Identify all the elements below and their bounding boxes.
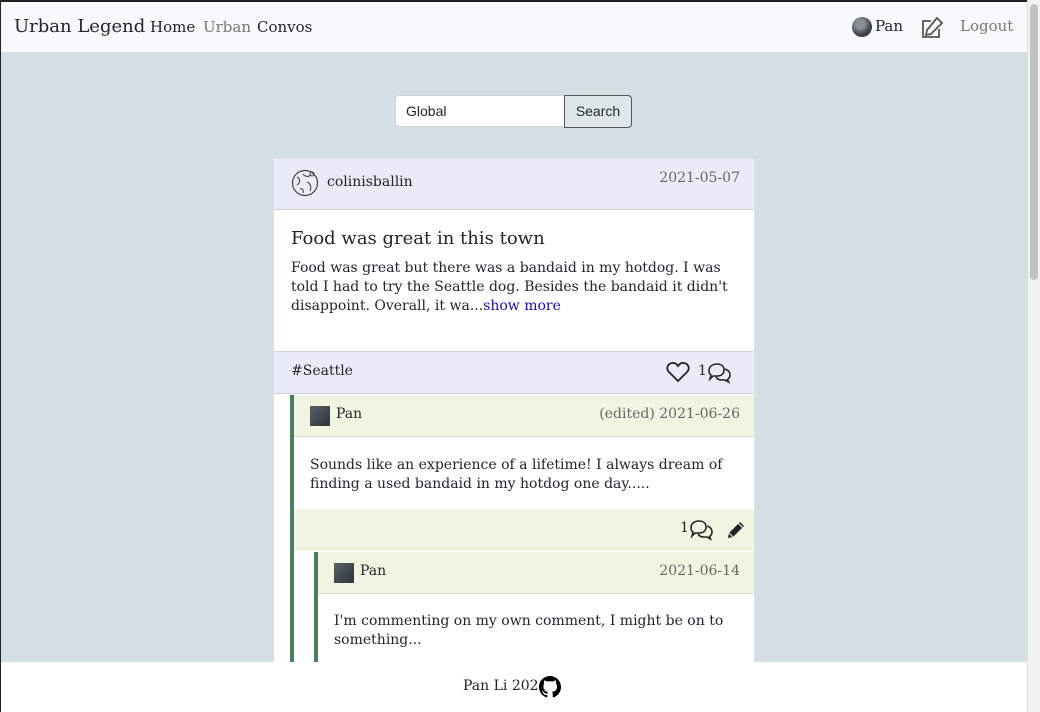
app-frame: Urban Legend Home Urban Convos Pan Logou…: [0, 0, 1027, 712]
user-name[interactable]: Pan: [875, 17, 903, 35]
comment-date: 2021-06-14: [659, 563, 740, 579]
search-button[interactable]: Search: [564, 95, 632, 128]
globe-icon: [291, 169, 319, 197]
post-header: colinisballin 2021-05-07: [274, 159, 754, 210]
avatar[interactable]: [334, 563, 354, 583]
post-body: Food was great but there was a bandaid i…: [291, 259, 739, 316]
comment-icon[interactable]: [706, 361, 732, 385]
post-author[interactable]: colinisballin: [327, 174, 413, 190]
nav-convos[interactable]: Convos: [257, 18, 312, 36]
brand-logo[interactable]: Urban Legend: [14, 16, 145, 37]
comment-footer: 1: [294, 509, 754, 551]
comment: Pan 2021-06-14 I'm commenting on my own …: [314, 552, 754, 677]
post-date: 2021-05-07: [659, 170, 740, 186]
comment-author[interactable]: Pan: [360, 563, 386, 579]
post-footer: #Seattle 1: [274, 351, 754, 394]
edit-icon[interactable]: [919, 15, 945, 41]
heart-icon[interactable]: [666, 361, 690, 383]
comment-header: Pan 2021-06-14: [318, 552, 754, 594]
comment-author[interactable]: Pan: [336, 406, 362, 422]
scrollbar-thumb[interactable]: [1030, 4, 1038, 280]
navbar: Urban Legend Home Urban Convos Pan Logou…: [1, 2, 1027, 52]
post-card: colinisballin 2021-05-07 Food was great …: [273, 158, 755, 678]
main-content: Search colinisballin 2021-05-07 Food was…: [1, 52, 1027, 678]
pencil-icon[interactable]: [724, 518, 748, 542]
footer-credit: Pan Li 2021: [463, 678, 548, 694]
post-title[interactable]: Food was great in this town: [291, 228, 545, 249]
user-avatar[interactable]: [852, 17, 872, 37]
post-tag[interactable]: #Seattle: [291, 363, 353, 379]
nav-urban[interactable]: Urban: [203, 18, 251, 36]
comment-icon[interactable]: [688, 518, 714, 542]
comment-body: I'm commenting on my own comment, I migh…: [334, 613, 724, 648]
nav-home[interactable]: Home: [150, 18, 195, 36]
comment-body: Sounds like an experience of a lifetime!…: [310, 457, 723, 492]
page-footer: Pan Li 2021: [1, 662, 1027, 712]
comment: Pan (edited) 2021-06-26 Sounds like an e…: [290, 395, 754, 677]
logout-link[interactable]: Logout: [960, 17, 1013, 35]
avatar[interactable]: [310, 406, 330, 426]
search-input[interactable]: [395, 95, 565, 127]
comment-date: (edited) 2021-06-26: [599, 406, 740, 422]
comment-header: Pan (edited) 2021-06-26: [294, 395, 754, 437]
github-icon[interactable]: [539, 676, 561, 698]
show-more-link[interactable]: show more: [483, 298, 561, 314]
